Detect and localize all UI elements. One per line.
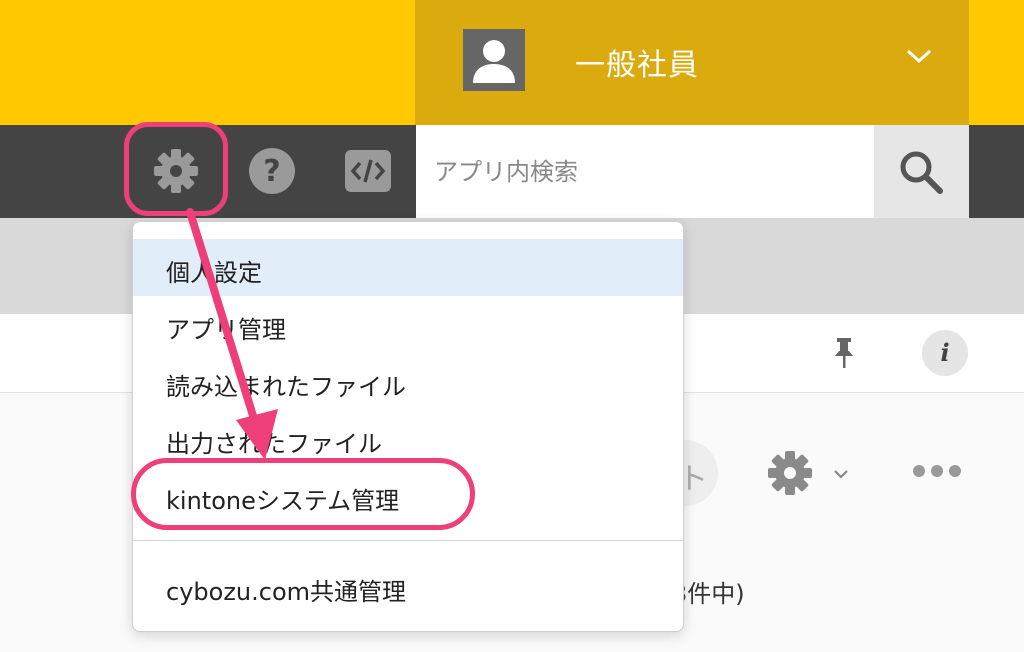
gear-highlight: [124, 122, 228, 216]
search-button[interactable]: [874, 125, 969, 218]
user-name: 一般社員: [575, 48, 699, 83]
user-menu[interactable]: 一般社員: [415, 0, 969, 125]
settings-menu: 個人設定 アプリ管理 読み込まれたファイル 出力されたファイル kintoneシ…: [132, 221, 684, 632]
avatar-icon: [463, 29, 525, 91]
menu-item-label: 出力されたファイル: [166, 430, 382, 458]
search-input[interactable]: [416, 125, 874, 218]
menu-item-app-management[interactable]: アプリ管理: [133, 296, 683, 353]
menu-item-personal-settings[interactable]: 個人設定: [133, 239, 683, 296]
kintone-admin-highlight: [131, 458, 475, 530]
pin-icon[interactable]: [832, 336, 856, 374]
search-icon: [900, 151, 943, 194]
chevron-down-icon[interactable]: [833, 465, 849, 484]
menu-item-label: アプリ管理: [166, 316, 286, 344]
menu-item-label: cybozu.com共通管理: [166, 578, 407, 606]
info-icon[interactable]: i: [922, 330, 968, 376]
svg-text:?: ?: [263, 154, 280, 189]
more-icon[interactable]: [912, 463, 962, 483]
menu-item-cybozu-admin[interactable]: cybozu.com共通管理: [133, 558, 683, 615]
gear-icon[interactable]: [765, 448, 815, 502]
code-icon[interactable]: [343, 146, 393, 196]
menu-divider: [133, 540, 683, 541]
help-icon[interactable]: ?: [247, 146, 297, 196]
menu-item-label: 読み込まれたファイル: [166, 373, 406, 401]
menu-item-imported-files[interactable]: 読み込まれたファイル: [133, 353, 683, 410]
menu-item-label: 個人設定: [166, 259, 262, 287]
chevron-down-icon[interactable]: [905, 46, 933, 70]
